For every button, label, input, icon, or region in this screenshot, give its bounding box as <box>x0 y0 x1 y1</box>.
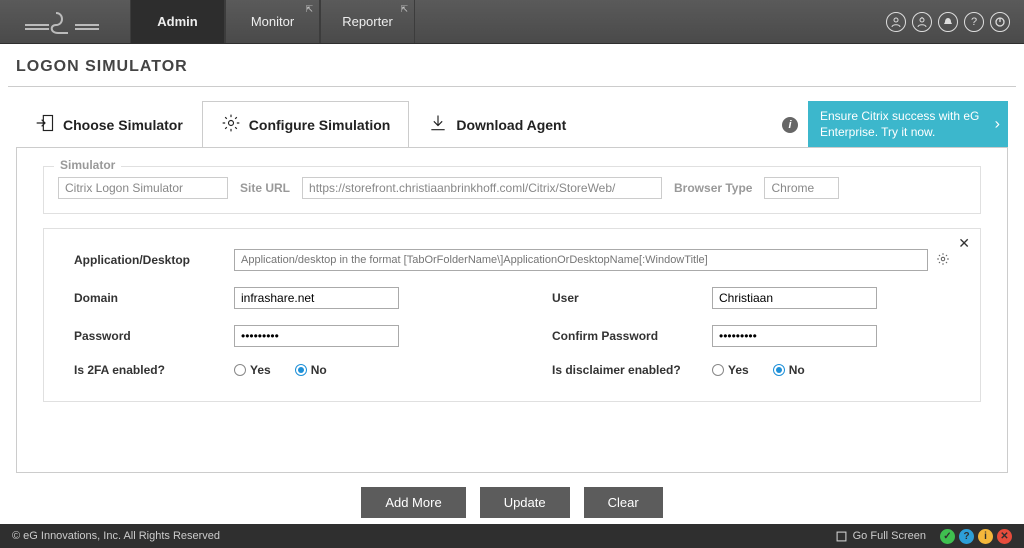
help-icon[interactable]: ? <box>964 12 984 32</box>
promo-banner[interactable]: Ensure Citrix success with eG Enterprise… <box>808 101 1008 148</box>
fullscreen-button[interactable]: Go Full Screen <box>836 530 926 542</box>
clear-button[interactable]: Clear <box>584 487 663 518</box>
status-dots: ✓ ? i ✕ <box>940 529 1012 544</box>
nav-tabs: Admin Monitor⇱ Reporter⇱ <box>130 0 415 43</box>
page-title: LOGON SIMULATOR <box>8 44 1016 87</box>
browser-type-input[interactable] <box>764 177 839 199</box>
nav-icons: ? <box>886 0 1024 43</box>
twofa-no[interactable]: No <box>295 363 327 377</box>
status-help-icon[interactable]: ? <box>959 529 974 544</box>
step-download-agent[interactable]: Download Agent <box>409 101 585 148</box>
user-alt-icon[interactable] <box>912 12 932 32</box>
status-info-icon[interactable]: i <box>978 529 993 544</box>
status-close-icon[interactable]: ✕ <box>997 529 1012 544</box>
power-icon[interactable] <box>990 12 1010 32</box>
twofa-label: Is 2FA enabled? <box>74 363 234 377</box>
add-more-button[interactable]: Add More <box>361 487 465 518</box>
details-box: ✕ Application/Desktop Domain User <box>43 228 981 402</box>
app-desktop-label: Application/Desktop <box>74 253 234 267</box>
simulator-name-input[interactable] <box>58 177 228 199</box>
password-input[interactable] <box>234 325 399 347</box>
browser-type-label: Browser Type <box>674 181 752 195</box>
close-icon[interactable]: ✕ <box>958 235 970 252</box>
domain-label: Domain <box>74 291 234 305</box>
user-label: User <box>552 291 712 305</box>
disclaimer-no[interactable]: No <box>773 363 805 377</box>
step-configure-simulation[interactable]: Configure Simulation <box>202 101 410 148</box>
disclaimer-yes[interactable]: Yes <box>712 363 749 377</box>
confirm-password-label: Confirm Password <box>552 329 712 343</box>
nav-tab-admin[interactable]: Admin <box>130 0 225 43</box>
site-url-input[interactable] <box>302 177 662 199</box>
info-icon[interactable]: i <box>782 117 798 133</box>
nav-tab-monitor[interactable]: Monitor⇱ <box>225 0 320 43</box>
domain-input[interactable] <box>234 287 399 309</box>
copyright: © eG Innovations, Inc. All Rights Reserv… <box>12 530 220 542</box>
twofa-yes[interactable]: Yes <box>234 363 271 377</box>
nav-tab-reporter[interactable]: Reporter⇱ <box>320 0 415 43</box>
enter-icon <box>35 113 55 136</box>
simulator-bar: Simulator Site URL Browser Type <box>43 166 981 214</box>
footer: © eG Innovations, Inc. All Rights Reserv… <box>0 524 1024 548</box>
user-input[interactable] <box>712 287 877 309</box>
popout-icon: ⇱ <box>400 4 408 15</box>
download-icon <box>428 113 448 136</box>
status-ok-icon[interactable]: ✓ <box>940 529 955 544</box>
disclaimer-label: Is disclaimer enabled? <box>552 363 712 377</box>
gear-icon <box>221 113 241 136</box>
user-icon[interactable] <box>886 12 906 32</box>
update-button[interactable]: Update <box>480 487 570 518</box>
app-desktop-input[interactable] <box>234 249 928 271</box>
bell-icon[interactable] <box>938 12 958 32</box>
logo <box>0 0 130 43</box>
top-nav: Admin Monitor⇱ Reporter⇱ ? <box>0 0 1024 44</box>
gear-icon[interactable] <box>936 252 950 269</box>
simulator-legend: Simulator <box>54 158 121 172</box>
step-choose-simulator[interactable]: Choose Simulator <box>16 101 202 148</box>
confirm-password-input[interactable] <box>712 325 877 347</box>
popout-icon: ⇱ <box>305 4 313 15</box>
config-panel: Simulator Site URL Browser Type ✕ Applic… <box>16 147 1008 473</box>
site-url-label: Site URL <box>240 181 290 195</box>
password-label: Password <box>74 329 234 343</box>
